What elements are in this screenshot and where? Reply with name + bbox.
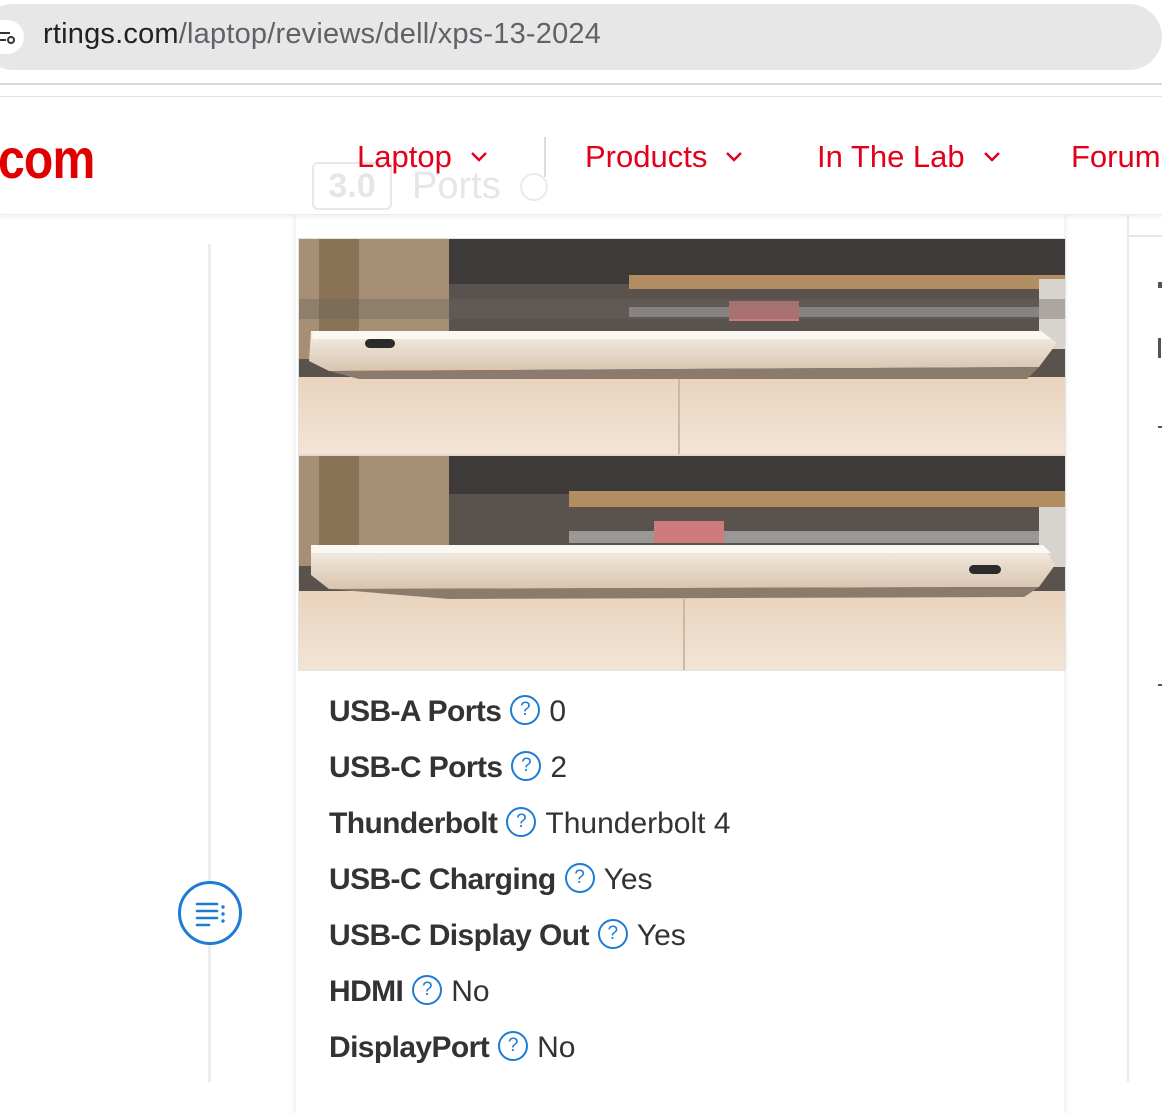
spec-value: No [451,975,490,1008]
question-circle-icon[interactable] [506,807,537,837]
spec-label: USB-C Ports [329,751,503,784]
spec-row-usb-a-ports: USB-A Ports 0 [329,684,731,740]
table-of-contents-icon [195,902,225,927]
cropped-text-fragment [1158,338,1161,358]
url-path: /laptop/reviews/dell/xps-13-2024 [178,18,602,50]
address-url[interactable]: rtings.com/laptop/reviews/dell/xps-13-20… [43,18,601,51]
site-header: 3.0 Ports com Laptop Products In The Lab… [0,97,1162,215]
table-of-contents-button[interactable] [178,881,242,945]
spec-row-usb-c-ports: USB-C Ports 2 [329,740,731,796]
chevron-down-icon [726,152,743,162]
site-logo[interactable]: com [0,131,95,187]
spec-label: USB-C Charging [329,863,556,896]
question-circle-icon[interactable] [510,695,541,725]
nav-products[interactable]: Products [585,137,743,177]
spec-value: 0 [549,695,566,728]
spec-label: Thunderbolt [329,807,498,840]
toolbar-divider [0,83,1162,85]
spec-row-hdmi: HDMI No [329,964,731,1020]
sidebar-divider [208,244,211,1082]
cropped-text-fragment [1158,426,1162,428]
cropped-text-fragment [1158,282,1162,288]
spec-label: USB-A Ports [329,695,502,728]
browser-toolbar: rtings.com/laptop/reviews/dell/xps-13-20… [0,0,1162,97]
spec-row-usb-c-display-out: USB-C Display Out Yes [329,908,731,964]
nav-in-the-lab[interactable]: In The Lab [817,137,1001,177]
spec-value: Yes [636,919,686,952]
ports-spec-list: USB-A Ports 0 USB-C Ports 2 Thunderbolt … [329,684,731,1076]
sidebar-divider [1127,235,1162,237]
section-help-icon [520,173,548,201]
nav-label: Products [585,139,708,174]
spec-value: Yes [603,863,653,896]
spec-label: DisplayPort [329,1031,490,1064]
spec-label: HDMI [329,975,404,1008]
question-circle-icon[interactable] [511,751,542,781]
sidebar-divider [1127,214,1129,1082]
cropped-text-fragment [1158,684,1162,686]
spec-value: Thunderbolt 4 [545,807,731,840]
nav-label: Forum [1071,139,1161,174]
nav-label: Laptop [357,139,452,174]
nav-label: In The Lab [817,139,965,174]
spec-value: No [537,1031,576,1064]
spec-row-thunderbolt: Thunderbolt Thunderbolt 4 [329,796,731,852]
nav-forum[interactable]: Forum [1071,137,1161,177]
chevron-down-icon [470,152,487,162]
question-circle-icon[interactable] [597,919,628,949]
laptop-ports-photo[interactable] [298,238,1066,671]
chevron-down-icon [983,152,1000,162]
spec-label: USB-C Display Out [329,919,589,952]
spec-row-displayport: DisplayPort No [329,1020,731,1076]
nav-laptop[interactable]: Laptop [357,137,488,177]
ports-section-card: USB-A Ports 0 USB-C Ports 2 Thunderbolt … [296,214,1066,1114]
question-circle-icon[interactable] [498,1031,529,1061]
nav-divider [544,137,546,177]
url-host: rtings.com [43,18,179,50]
spec-row-usb-c-charging: USB-C Charging Yes [329,852,731,908]
question-circle-icon[interactable] [412,975,443,1005]
question-circle-icon[interactable] [564,863,595,893]
spec-value: 2 [550,751,568,784]
